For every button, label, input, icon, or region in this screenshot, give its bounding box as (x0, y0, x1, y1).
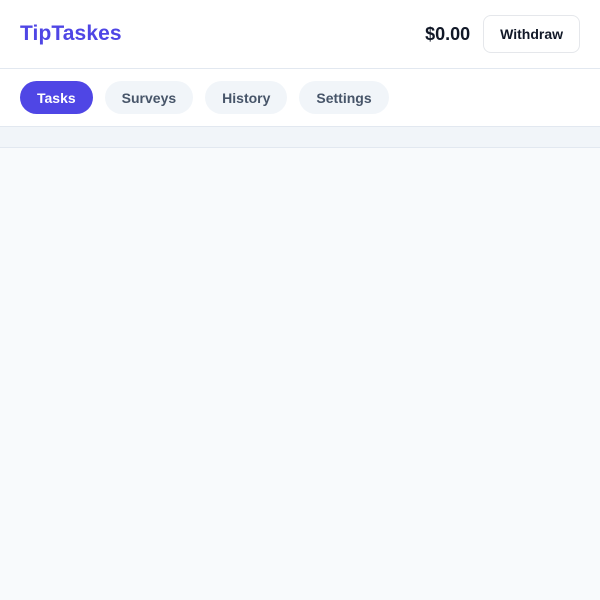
balance-display: $0.00 (425, 23, 471, 44)
tab-surveys[interactable]: Surveys (104, 81, 194, 114)
tab-tasks[interactable]: Tasks (20, 81, 93, 114)
withdraw-button[interactable]: Withdraw (483, 15, 580, 53)
brand-logo[interactable]: TipTaskes (20, 22, 122, 46)
app-root: TipTaskes $0.00 Withdraw Tasks Surveys H… (0, 0, 600, 600)
tab-settings[interactable]: Settings (299, 81, 389, 114)
main-content-area (0, 148, 600, 600)
content-subbar (0, 127, 600, 148)
header-actions: $0.00 Withdraw (425, 15, 580, 53)
tab-history[interactable]: History (205, 81, 288, 114)
tab-bar: Tasks Surveys History Settings (0, 69, 600, 127)
top-header: TipTaskes $0.00 Withdraw (0, 0, 600, 69)
